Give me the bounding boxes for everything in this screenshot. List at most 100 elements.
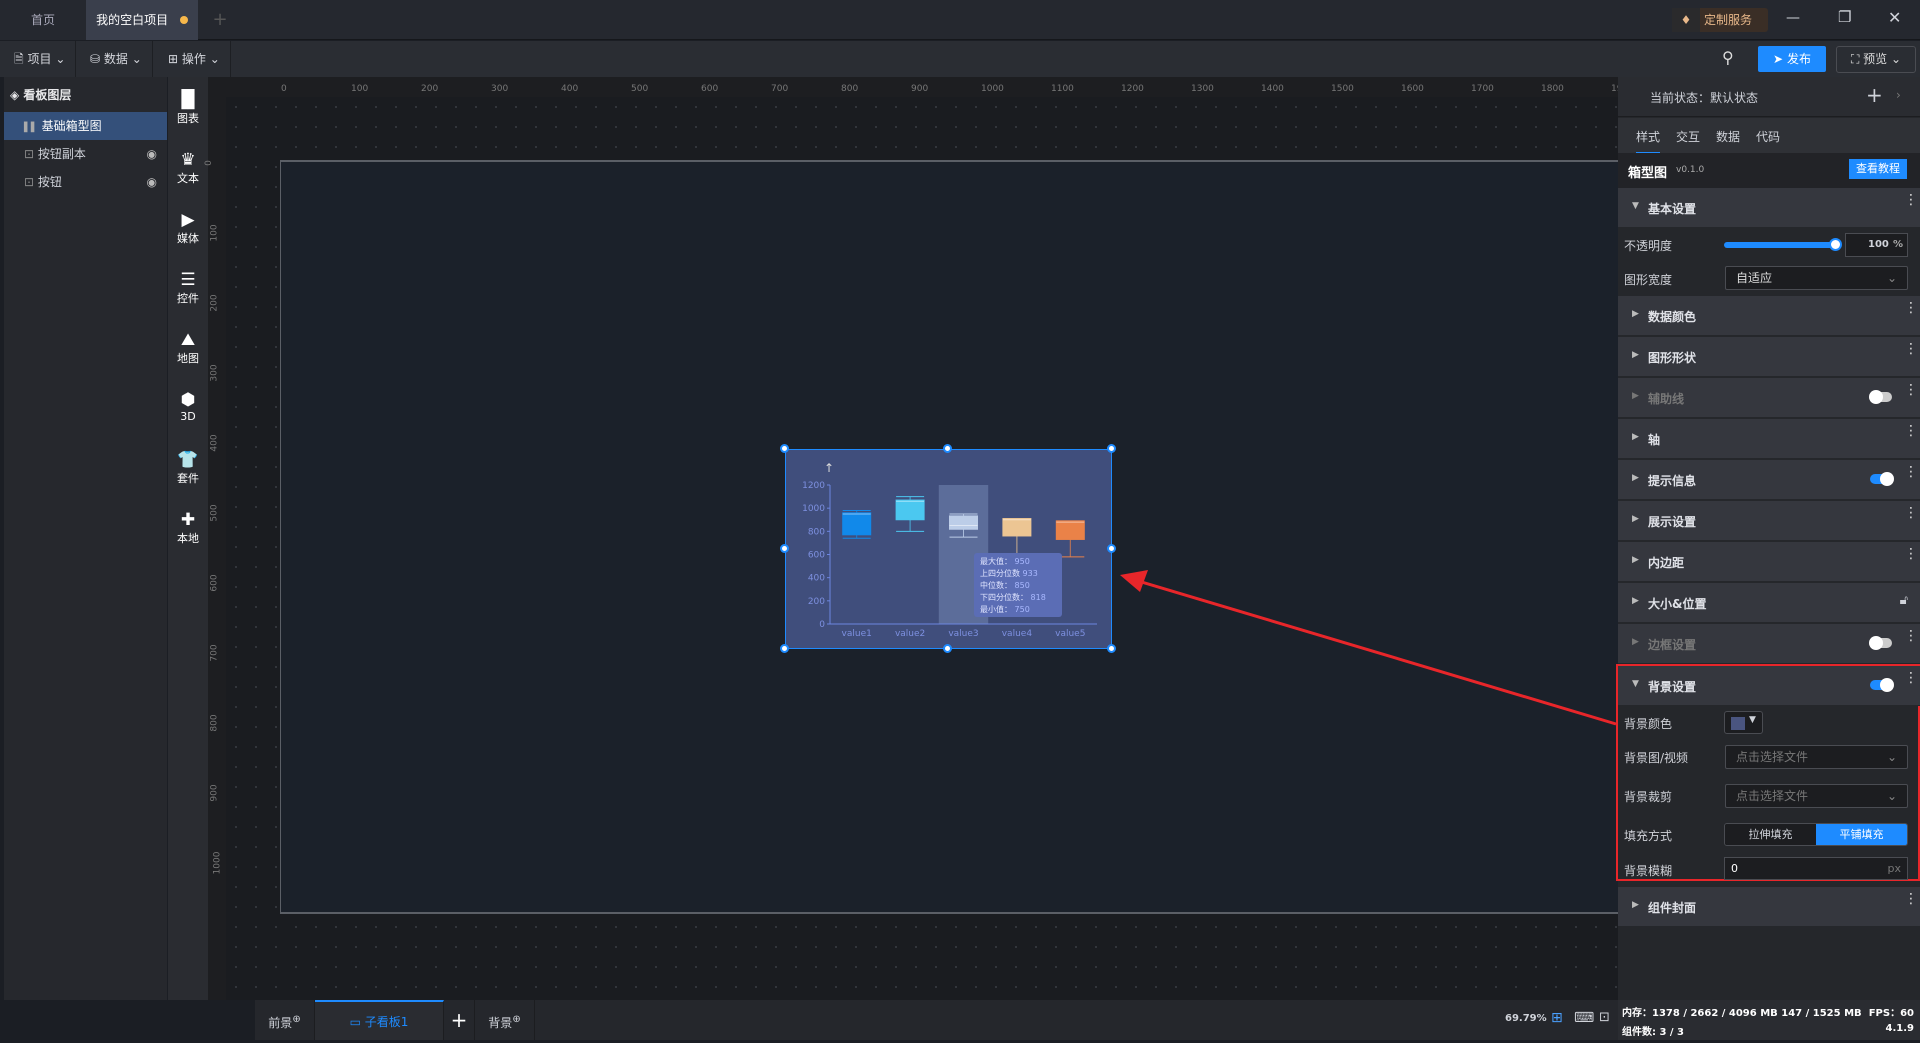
add-circle-icon[interactable]: ⊕ (292, 1014, 300, 1025)
opacity-input[interactable]: 100% (1845, 233, 1908, 257)
more-icon[interactable]: ⋮ (1904, 342, 1918, 356)
tab-project[interactable]: 我的空白项目 (86, 0, 198, 40)
minimize-icon[interactable]: — (1786, 10, 1800, 26)
opacity-slider[interactable] (1724, 238, 1842, 251)
hidden-eye-icon[interactable]: ◉ (147, 168, 157, 196)
section-item[interactable]: ▶ 展示设置 ⋮ (1618, 501, 1920, 541)
add-board-button[interactable]: + (444, 1000, 475, 1040)
layer-item-button-copy[interactable]: ⊡ 按钮副本 ◉ (4, 140, 167, 168)
x-tick-label: value4 (1002, 629, 1033, 639)
more-icon[interactable]: ⋮ (1904, 301, 1918, 315)
custom-service-button[interactable]: ♦ 定制服务 (1672, 8, 1768, 32)
boxplot-widget[interactable]: ↑ 0 200 400 600 800 1000 1200 value1 value2 value3… (785, 449, 1112, 649)
caret-right-icon: ▶ (1632, 309, 1639, 319)
more-icon[interactable]: ⋮ (1904, 424, 1918, 438)
section-item[interactable]: ▶ 辅助线 ⋮ (1618, 378, 1920, 418)
map-icon: ⛰ (180, 330, 196, 350)
tab-home[interactable]: 首页 (0, 0, 86, 40)
panel-tab[interactable]: 交互 (1676, 128, 1700, 145)
menu-operation[interactable]: ⊞ 操作 ⌄ (158, 41, 231, 77)
more-icon[interactable]: ⋮ (1904, 671, 1918, 685)
resize-handle[interactable] (1107, 444, 1116, 453)
add-state-icon[interactable]: + (1866, 83, 1883, 107)
panel-tab[interactable]: 样式 (1636, 128, 1661, 154)
component-chart[interactable]: ▐▌ 图表 (168, 90, 208, 126)
fill-stretch-option[interactable]: 拉伸填充 (1725, 824, 1816, 845)
component-cube[interactable]: ⬢ 3D (168, 390, 208, 423)
tab-subboard[interactable]: ▭ 子看板1 (315, 1000, 444, 1040)
section-item[interactable]: ▶ 数据颜色 ⋮ (1618, 296, 1920, 336)
width-select[interactable]: 自适应 ⌄ (1725, 266, 1908, 290)
board-icon: ▭ (349, 1015, 361, 1029)
more-icon[interactable]: ⋮ (1904, 506, 1918, 520)
resize-handle[interactable] (780, 544, 789, 553)
section-toggle[interactable] (1870, 472, 1894, 486)
fit-screen-icon[interactable]: ⊞ (1551, 1010, 1563, 1026)
component-puzzle[interactable]: ✚ 本地 (168, 510, 208, 546)
section-item[interactable]: ▶ 图形形状 ⋮ (1618, 337, 1920, 377)
database-icon: ⛁ (90, 52, 101, 66)
component-kit[interactable]: 👕 套件 (168, 450, 208, 486)
background-toggle[interactable] (1870, 678, 1894, 692)
close-icon[interactable]: ✕ (1888, 8, 1901, 27)
resize-handle[interactable] (1107, 644, 1116, 653)
keyboard-icon[interactable]: ⌨ (1574, 1010, 1594, 1026)
bg-blur-input[interactable]: 0 px (1724, 857, 1908, 880)
layer-item-button[interactable]: ⊡ 按钮 ◉ (4, 168, 167, 196)
slider-handle[interactable] (1829, 238, 1842, 251)
ruler-tick-label: 600 (209, 574, 220, 592)
section-item[interactable]: ▶ 轴 ⋮ (1618, 419, 1920, 459)
more-icon[interactable]: ⋮ (1904, 465, 1918, 479)
section-item[interactable]: ▶ 边框设置 ⋮ (1618, 624, 1920, 664)
component-control[interactable]: ☰ 控件 (168, 270, 208, 306)
new-tab-button[interactable]: + (205, 0, 235, 40)
section-toggle[interactable] (1869, 390, 1892, 404)
panel-tab[interactable]: 代码 (1756, 128, 1780, 145)
more-icon[interactable]: ⋮ (1904, 547, 1918, 561)
component-media[interactable]: ▶ 媒体 (168, 210, 208, 246)
resize-handle[interactable] (1107, 544, 1116, 553)
section-item[interactable]: ▶ 大小&位置 🔓︎ (1618, 583, 1920, 623)
more-icon[interactable]: ⋮ (1904, 892, 1918, 906)
search-icon[interactable]: ⚲ (1722, 48, 1734, 67)
preview-button[interactable]: ⛶ 预览 ⌄ (1836, 46, 1916, 73)
resize-handle[interactable] (780, 444, 789, 453)
zoom-level[interactable]: 69.79% (1505, 1013, 1547, 1024)
tab-background[interactable]: 背景⊕ (475, 1000, 535, 1040)
add-circle-icon[interactable]: ⊕ (512, 1014, 520, 1025)
section-cover[interactable]: ▶ 组件封面 ⋮ (1618, 887, 1920, 927)
bg-color-picker[interactable]: ▼ (1724, 711, 1763, 734)
terminal-icon[interactable]: ⊡ (1599, 1010, 1610, 1025)
menu-data[interactable]: ⛁ 数据 ⌄ (80, 41, 153, 77)
layer-item-boxplot[interactable]: ▌▌ 基础箱型图 (4, 112, 167, 140)
section-item[interactable]: ▶ 提示信息 ⋮ (1618, 460, 1920, 500)
panel-tab[interactable]: 数据 (1716, 128, 1740, 145)
ruler-tick-label: 200 (209, 294, 220, 312)
lock-icon[interactable]: 🔓︎ (1900, 593, 1908, 608)
section-toggle[interactable] (1869, 636, 1892, 650)
section-basic[interactable]: ▼ 基本设置 ⋮ (1618, 188, 1920, 228)
restore-icon[interactable]: ❐ (1838, 8, 1851, 26)
section-background[interactable]: ▼ 背景设置 ⋮ (1618, 666, 1920, 706)
menu-project[interactable]: 🗎 项目 ⌄ (4, 41, 77, 77)
more-icon[interactable]: ⋮ (1904, 383, 1918, 397)
publish-button[interactable]: ➤ 发布 (1758, 46, 1826, 72)
more-icon[interactable]: ⋮ (1904, 629, 1918, 643)
y-tick-label: 0 (819, 620, 825, 630)
section-item[interactable]: ▶ 内边距 ⋮ (1618, 542, 1920, 582)
resize-handle[interactable] (943, 444, 952, 453)
tutorial-button[interactable]: 查看教程 (1849, 159, 1907, 179)
fill-tile-option[interactable]: 平铺填充 (1816, 824, 1907, 845)
tab-foreground[interactable]: 前景⊕ (255, 1000, 315, 1040)
resize-handle[interactable] (943, 644, 952, 653)
resize-handle[interactable] (780, 644, 789, 653)
grid-icon: ⊞ (168, 52, 179, 66)
component-map[interactable]: ⛰ 地图 (168, 330, 208, 366)
more-icon[interactable]: ⋮ (1904, 193, 1918, 207)
component-text[interactable]: ♛ 文本 (168, 150, 208, 186)
bg-image-select[interactable]: 点击选择文件 ⌄ (1725, 745, 1908, 769)
chevron-right-icon[interactable]: › (1896, 88, 1901, 102)
ruler-tick-label: 0 (281, 84, 287, 94)
hidden-eye-icon[interactable]: ◉ (147, 140, 157, 168)
bg-clip-select[interactable]: 点击选择文件 ⌄ (1725, 784, 1908, 808)
